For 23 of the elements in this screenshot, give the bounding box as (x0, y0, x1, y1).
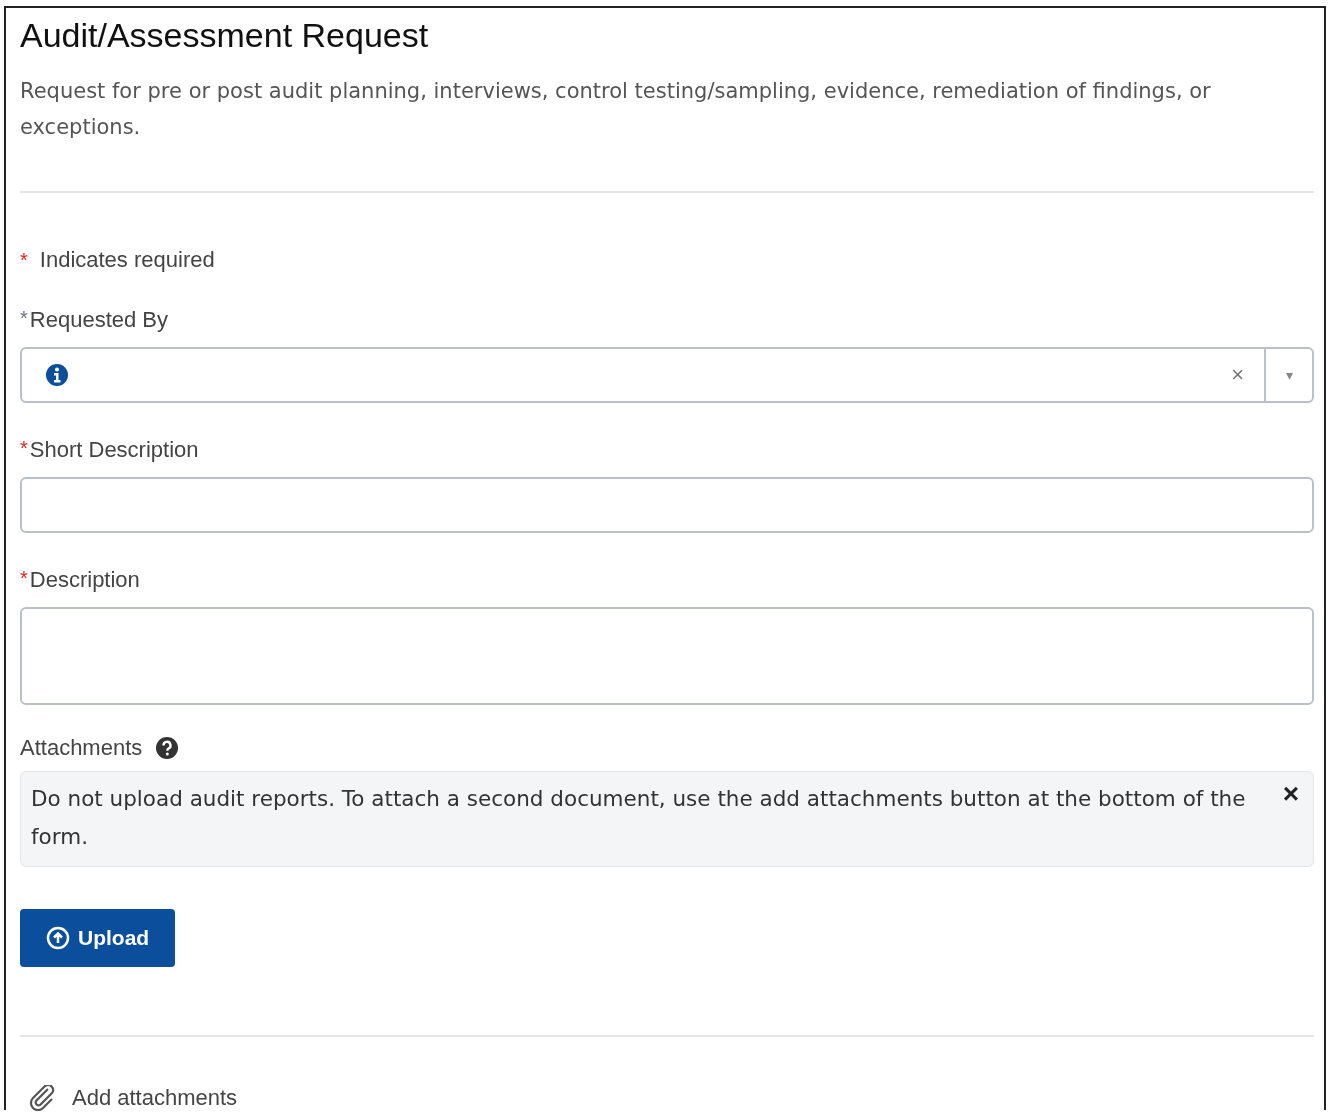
form-description: Request for pre or post audit planning, interviews, control testing/sampling, evidence, remediation of findings, or exceptions. (20, 78, 1212, 141)
lookup-field[interactable]: × ▾ (20, 347, 1314, 403)
notice-text: Do not upload audit reports. To attach a second document, use the add attachments button at the bottom of the form. (31, 785, 1247, 851)
required-asterisk: * (20, 248, 28, 272)
field-label: Short Description (29, 437, 199, 463)
textarea-field[interactable] (20, 607, 1314, 705)
field-label: Requested By (29, 307, 168, 333)
form-title: Audit/Assessment Request (20, 16, 430, 55)
attachments-label: Attachments (20, 735, 143, 761)
upload-icon (46, 926, 70, 950)
input-field[interactable] (20, 477, 1314, 533)
required-asterisk: * (20, 437, 28, 460)
required-asterisk: * (20, 567, 28, 590)
required-asterisk: * (20, 307, 28, 330)
close-button[interactable]: × (1272, 780, 1299, 808)
info-icon (46, 364, 68, 386)
help-icon[interactable] (156, 737, 179, 759)
required-note: Indicates required (39, 247, 215, 273)
upload-button[interactable]: Upload (20, 909, 176, 967)
add-attachments-link[interactable]: Add attachments (28, 1085, 238, 1111)
dropdown-button[interactable]: ▾ (1264, 349, 1312, 401)
clear-button[interactable]: × (1211, 362, 1264, 388)
field-label: Description (29, 567, 140, 593)
